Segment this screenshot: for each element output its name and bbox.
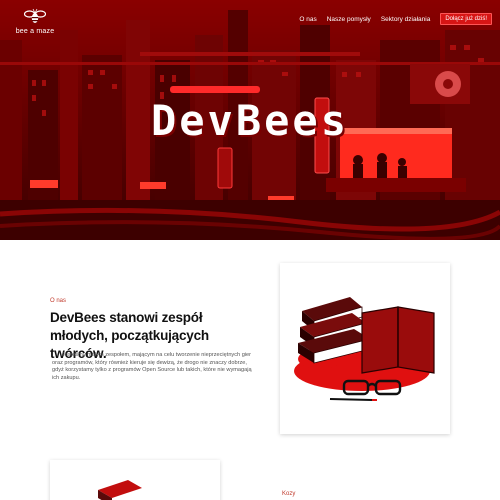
hero-banner: bee a maze O nas Nasze pomysły Sektory d…	[0, 0, 500, 240]
section-label-about: O nas	[50, 298, 67, 304]
next-section-card	[50, 460, 220, 500]
join-button[interactable]: Dołącz już dziś!	[440, 13, 492, 25]
bee-icon	[24, 8, 46, 23]
nav-link-ideas[interactable]: Nasze pomysły	[327, 16, 371, 23]
about-description: Jesteśmy małym zespołem, mającym na celu…	[52, 352, 252, 381]
nav-links: O nas Nasze pomysły Sektory działania Do…	[299, 13, 492, 25]
books-illustration-card	[280, 263, 450, 434]
nav-link-sectors[interactable]: Sektory działania	[381, 16, 431, 23]
section-label-next: Kozy	[282, 491, 296, 497]
next-section-illustration	[98, 480, 142, 500]
books-illustration	[294, 297, 435, 401]
hero-title: DevBees	[150, 96, 349, 145]
top-navigation: bee a maze O nas Nasze pomysły Sektory d…	[0, 0, 500, 44]
brand-logo[interactable]: bee a maze	[12, 8, 58, 35]
nav-link-about[interactable]: O nas	[299, 16, 316, 23]
brand-name: bee a maze	[15, 28, 55, 35]
